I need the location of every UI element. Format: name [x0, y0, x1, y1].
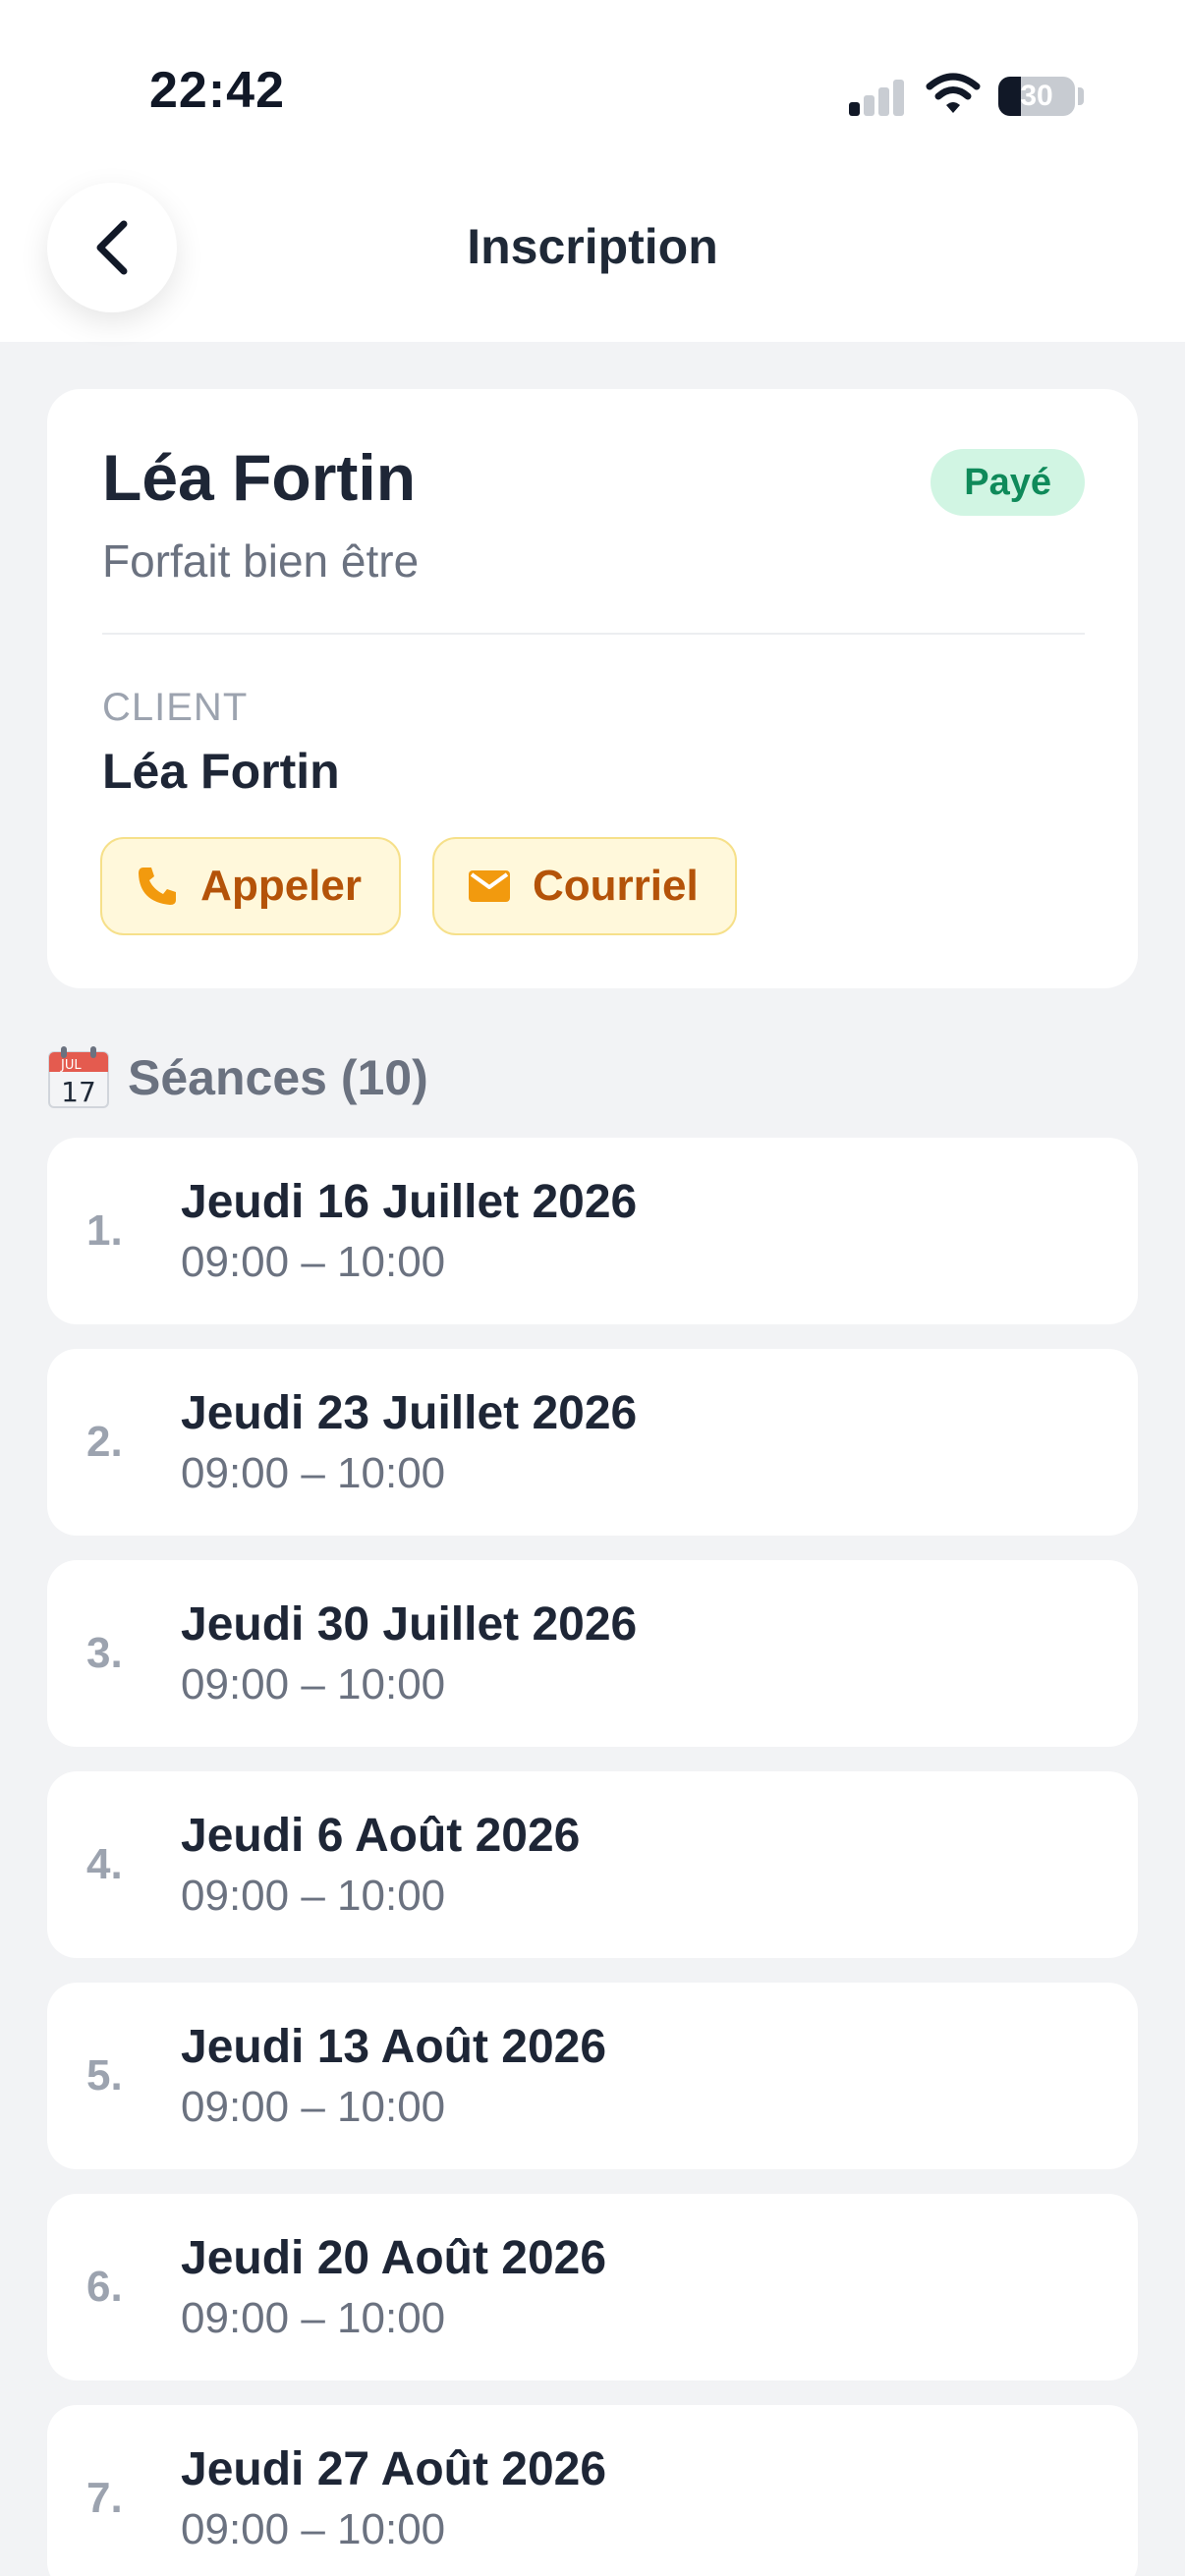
battery-icon: 30 — [998, 77, 1075, 116]
call-button[interactable]: Appeler — [100, 837, 401, 935]
session-number: 6. — [86, 2263, 123, 2311]
envelope-icon — [468, 862, 511, 911]
session-date: Jeudi 30 Juillet 2026 — [181, 1598, 638, 1651]
cellular-signal-icon — [849, 77, 906, 116]
email-button-label: Courriel — [533, 862, 699, 910]
session-number: 4. — [86, 1840, 123, 1888]
session-item[interactable]: 5. Jeudi 13 Août 2026 09:00 – 10:00 — [47, 1983, 1138, 2169]
top-bar: 22:42 30 Inscription — [0, 0, 1185, 342]
calendar-day: 17 — [61, 1076, 96, 1108]
session-item[interactable]: 7. Jeudi 27 Août 2026 09:00 – 10:00 — [47, 2405, 1138, 2576]
session-number: 3. — [86, 1629, 123, 1677]
session-time: 09:00 – 10:00 — [181, 1872, 446, 1920]
session-time: 09:00 – 10:00 — [181, 2505, 446, 2553]
sessions-header: JUL 17 Séances (10) — [47, 1043, 428, 1112]
divider — [102, 633, 1085, 635]
email-button[interactable]: Courriel — [432, 837, 737, 935]
battery-tip — [1078, 87, 1084, 105]
session-time: 09:00 – 10:00 — [181, 1449, 446, 1497]
session-item[interactable]: 4. Jeudi 6 Août 2026 09:00 – 10:00 — [47, 1771, 1138, 1958]
wifi-icon — [926, 73, 981, 116]
enrollment-screen: 22:42 30 Inscription Léa Fortin Payé For… — [0, 0, 1185, 2576]
session-date: Jeudi 16 Juillet 2026 — [181, 1176, 638, 1228]
session-item[interactable]: 2. Jeudi 23 Juillet 2026 09:00 – 10:00 — [47, 1349, 1138, 1536]
phone-icon — [136, 862, 179, 911]
client-section-label: CLIENT — [102, 686, 249, 729]
session-date: Jeudi 6 Août 2026 — [181, 1810, 581, 1862]
session-number: 2. — [86, 1418, 123, 1466]
session-item[interactable]: 6. Jeudi 20 Août 2026 09:00 – 10:00 — [47, 2194, 1138, 2380]
session-date: Jeudi 13 Août 2026 — [181, 2021, 607, 2073]
sessions-title: Séances (10) — [128, 1050, 428, 1105]
session-time: 09:00 – 10:00 — [181, 2294, 446, 2342]
client-name-heading: Léa Fortin — [102, 441, 417, 514]
page-title: Inscription — [467, 219, 718, 274]
session-item[interactable]: 1. Jeudi 16 Juillet 2026 09:00 – 10:00 — [47, 1138, 1138, 1324]
session-item[interactable]: 3. Jeudi 30 Juillet 2026 09:00 – 10:00 — [47, 1560, 1138, 1747]
calendar-icon: JUL 17 — [47, 1046, 110, 1109]
session-date: Jeudi 27 Août 2026 — [181, 2443, 607, 2495]
client-name: Léa Fortin — [102, 744, 340, 799]
session-date: Jeudi 20 Août 2026 — [181, 2232, 607, 2284]
battery-level: 30 — [1020, 80, 1053, 112]
session-number: 5. — [86, 2051, 123, 2100]
session-number: 1. — [86, 1206, 123, 1255]
calendar-month: JUL — [60, 1058, 82, 1073]
call-button-label: Appeler — [200, 862, 362, 910]
package-name: Forfait bien être — [102, 535, 420, 587]
session-number: 7. — [86, 2474, 123, 2522]
session-date: Jeudi 23 Juillet 2026 — [181, 1387, 638, 1439]
session-time: 09:00 – 10:00 — [181, 1238, 446, 1286]
session-time: 09:00 – 10:00 — [181, 1660, 446, 1708]
session-time: 09:00 – 10:00 — [181, 2083, 446, 2131]
enrollment-summary-card: Léa Fortin Payé Forfait bien être CLIENT… — [47, 389, 1138, 988]
status-time: 22:42 — [149, 62, 285, 119]
status-badge: Payé — [931, 449, 1085, 516]
